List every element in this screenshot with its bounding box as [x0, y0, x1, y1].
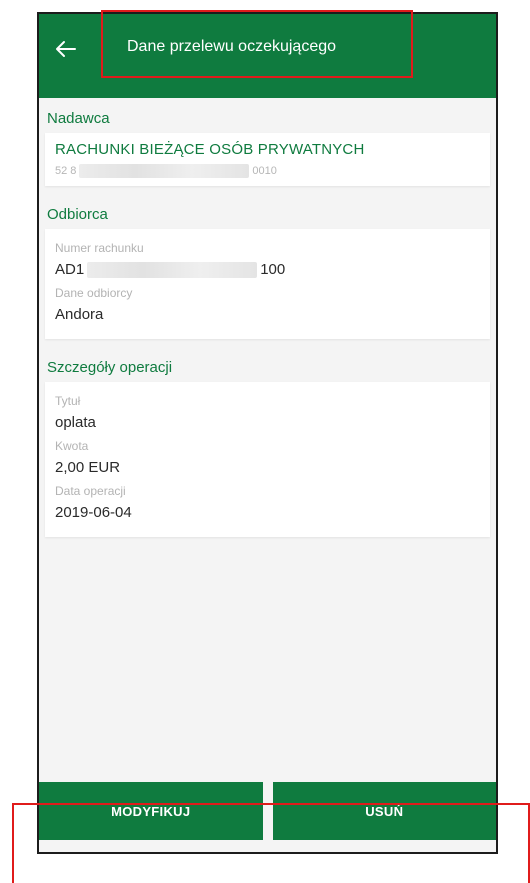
sender-account-name: RACHUNKI BIEŻĄCE OSÓB PRYWATNYCH	[55, 141, 365, 158]
recipient-section-header: Odbiorca	[47, 206, 108, 223]
masked-account-segment	[87, 261, 258, 278]
amount-value: 2,00 EUR	[55, 459, 121, 476]
sender-account-number: 52 8 0010	[55, 164, 480, 178]
sender-section-header: Nadawca	[47, 110, 110, 127]
recipient-data-value: Andora	[55, 306, 104, 323]
date-label: Data operacji	[55, 484, 126, 498]
recipient-account-prefix: AD1	[55, 261, 85, 278]
masked-account-segment	[79, 164, 250, 178]
recipient-account-suffix: 100	[260, 261, 286, 278]
sender-account-suffix: 0010	[252, 165, 277, 177]
account-number-label: Numer rachunku	[55, 241, 144, 255]
details-section-header: Szczegóły operacji	[47, 359, 173, 376]
arrow-left-icon[interactable]	[53, 36, 79, 62]
sender-account-prefix: 52 8	[55, 165, 77, 177]
date-value: 2019-06-04	[55, 504, 132, 521]
recipient-account-number: AD1 100	[55, 261, 480, 278]
recipient-card: Numer rachunku AD1 100 Dane odbiorcy And…	[45, 229, 490, 339]
title-label: Tytuł	[55, 394, 81, 408]
title-value: oplata	[55, 414, 96, 431]
amount-label: Kwota	[55, 439, 89, 453]
recipient-data-label: Dane odbiorcy	[55, 286, 133, 300]
phone-screen: Dane przelewu oczekującego Nadawca RACHU…	[37, 12, 498, 854]
transfer-details: Nadawca RACHUNKI BIEŻĄCE OSÓB PRYWATNYCH…	[39, 98, 496, 772]
details-card: Tytuł oplata Kwota 2,00 EUR Data operacj…	[45, 382, 490, 537]
title-highlight-frame	[101, 10, 413, 78]
sender-card: RACHUNKI BIEŻĄCE OSÓB PRYWATNYCH 52 8 00…	[45, 133, 490, 186]
actions-highlight-frame	[12, 803, 530, 883]
